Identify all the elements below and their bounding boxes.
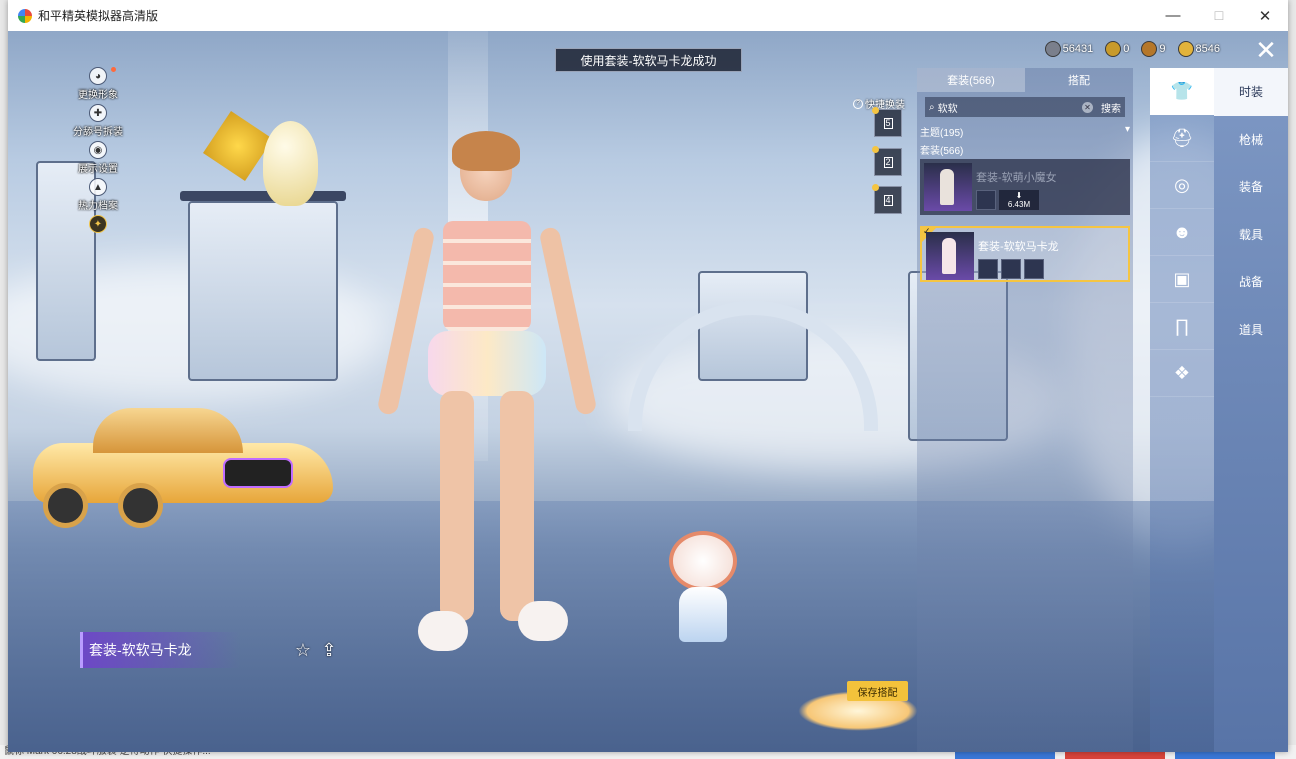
close-wardrobe-button[interactable]: ✕ bbox=[1252, 37, 1280, 65]
tab-fashion[interactable]: 时装 bbox=[1214, 68, 1288, 116]
vehicle-car bbox=[33, 403, 333, 528]
currency-item[interactable]: 0 bbox=[1105, 41, 1129, 57]
game-viewport: 使用套装-软软马卡龙成功 ◕ 更换形象 ✚ 分舔号拆装 ◉ 展示设置 ▲ 热力档… bbox=[8, 31, 1288, 752]
tab-items[interactable]: 道具 bbox=[1214, 306, 1288, 354]
minimize-button[interactable]: — bbox=[1150, 0, 1196, 31]
badge-icon: ✦ bbox=[89, 215, 107, 233]
fire-icon: ▲ bbox=[89, 178, 107, 196]
search-bar[interactable]: ⌕ 软软 ✕ 搜索 bbox=[925, 97, 1125, 117]
gold-token-icon bbox=[1105, 41, 1122, 57]
slot-marker-icon bbox=[872, 184, 879, 191]
help-icon: ? bbox=[853, 98, 863, 109]
slot-marker-icon bbox=[872, 146, 879, 153]
outfit-title: 套装-软萌小魔女 bbox=[976, 172, 1057, 184]
tab-combos[interactable]: 搭配 bbox=[1025, 68, 1133, 92]
panel-tabs: 套装(566) 搭配 bbox=[917, 68, 1133, 92]
maximize-button[interactable]: ☐ bbox=[1196, 0, 1242, 31]
left-menu: ◕ 更换形象 ✚ 分舔号拆装 ◉ 展示设置 ▲ 热力档案 ✦ bbox=[68, 67, 128, 252]
outfit-card[interactable]: 套装-软萌小魔女 ⬇ 6.43M bbox=[920, 159, 1130, 215]
quick-slot[interactable]: 2 bbox=[872, 146, 902, 176]
badge-button[interactable]: ✦ bbox=[68, 215, 128, 252]
tab-battle-prep[interactable]: 战备 bbox=[1214, 258, 1288, 306]
slot-marker-icon bbox=[872, 107, 879, 114]
item-thumbnail bbox=[978, 259, 998, 279]
tab-guns[interactable]: 枪械 bbox=[1214, 116, 1288, 164]
search-input[interactable]: 软软 bbox=[938, 100, 958, 115]
quick-slot[interactable]: 5 bbox=[872, 107, 902, 137]
tab-suits[interactable]: 套装(566) bbox=[917, 68, 1025, 92]
star-icon[interactable]: ☆ bbox=[292, 639, 314, 661]
chevron-down-icon: ▾ bbox=[1124, 124, 1130, 135]
save-outfit-button[interactable]: 保存搭配 bbox=[847, 681, 908, 701]
dismantle-button[interactable]: ✚ 分舔号拆装 bbox=[68, 104, 128, 141]
currency-item[interactable]: 56431 bbox=[1044, 41, 1093, 57]
search-button[interactable]: 搜索 bbox=[1101, 100, 1121, 115]
currency-item[interactable]: 8546 bbox=[1177, 41, 1220, 57]
heat-profile-button[interactable]: ▲ 热力档案 bbox=[68, 178, 128, 215]
item-thumbnail bbox=[1001, 259, 1021, 279]
change-avatar-button[interactable]: ◕ 更换形象 bbox=[68, 67, 128, 104]
download-icon: ⬇ bbox=[1015, 191, 1023, 200]
mask-icon[interactable]: ☻ bbox=[1150, 209, 1214, 256]
download-button[interactable]: ⬇ 6.43M bbox=[999, 190, 1039, 210]
current-outfit-name: 套装-软软马卡龙 bbox=[80, 632, 240, 668]
display-settings-button[interactable]: ◉ 展示设置 bbox=[68, 141, 128, 178]
outfit-thumbnail bbox=[924, 163, 972, 211]
emulator-window: 和平精英模拟器高清版 — ☐ ✕ 使用套装-软软马卡龙成功 ◕ 更换形象 ✚ 分… bbox=[8, 0, 1288, 752]
dismantle-icon: ✚ bbox=[89, 104, 107, 122]
tab-vehicles[interactable]: 载具 bbox=[1214, 211, 1288, 259]
silver-coin-icon bbox=[1044, 41, 1061, 57]
currency-bar: 56431 0 9 8546 bbox=[1037, 41, 1220, 57]
success-toast: 使用套装-软软马卡龙成功 bbox=[555, 48, 742, 72]
glasses-icon[interactable]: ◎ bbox=[1150, 162, 1214, 209]
item-thumbnail bbox=[976, 190, 996, 210]
hat-icon[interactable]: ⛑ bbox=[1150, 115, 1214, 162]
scenery-bridge bbox=[628, 301, 878, 431]
outfit-panel: 套装(566) 搭配 ⌕ 软软 ✕ 搜索 主题(195) ▾ 套装(566) 套… bbox=[917, 68, 1133, 752]
category-icon-column: 👕 ⛑ ◎ ☻ ▣ ∏ ❖ bbox=[1150, 68, 1214, 752]
outfit-title: 套装-软软马卡龙 bbox=[978, 241, 1059, 253]
quick-slot[interactable]: 4 bbox=[872, 184, 902, 214]
eye-icon: ◉ bbox=[89, 141, 107, 159]
notification-dot bbox=[111, 67, 116, 72]
pants-icon[interactable]: ∏ bbox=[1150, 303, 1214, 350]
item-thumbnail bbox=[1024, 259, 1044, 279]
outfit-thumbnail bbox=[926, 232, 974, 280]
currency-item[interactable]: 9 bbox=[1141, 41, 1166, 57]
outfit-icon[interactable]: 👕 bbox=[1150, 68, 1214, 115]
bronze-token-icon bbox=[1141, 41, 1158, 57]
close-window-button[interactable]: ✕ bbox=[1242, 0, 1288, 31]
scenery-wall bbox=[188, 201, 338, 381]
window-title: 和平精英模拟器高清版 bbox=[38, 9, 159, 23]
theme-filter[interactable]: 主题(195) ▾ bbox=[920, 124, 1130, 139]
main-tab-column: 时装 枪械 装备 载具 战备 道具 bbox=[1214, 68, 1288, 752]
companion-pet bbox=[663, 531, 743, 656]
dragon-pet bbox=[203, 91, 323, 211]
top-icon[interactable]: ▣ bbox=[1150, 256, 1214, 303]
clear-icon[interactable]: ✕ bbox=[1082, 101, 1093, 113]
search-icon: ⌕ bbox=[929, 101, 935, 113]
title-bar: 和平精英模拟器高清版 — ☐ ✕ bbox=[8, 0, 1288, 31]
gold-coin-icon bbox=[1177, 41, 1194, 57]
avatar-icon: ◕ bbox=[89, 67, 107, 85]
app-icon bbox=[18, 8, 32, 23]
player-character bbox=[376, 131, 598, 671]
suit-count-label: 套装(566) bbox=[920, 146, 964, 157]
accessory-icon[interactable]: ❖ bbox=[1150, 350, 1214, 397]
outfit-card-selected[interactable]: ✓ 套装-软软马卡龙 bbox=[920, 226, 1130, 282]
tab-equipment[interactable]: 装备 bbox=[1214, 163, 1288, 211]
share-icon[interactable]: ⇪ bbox=[318, 639, 340, 661]
